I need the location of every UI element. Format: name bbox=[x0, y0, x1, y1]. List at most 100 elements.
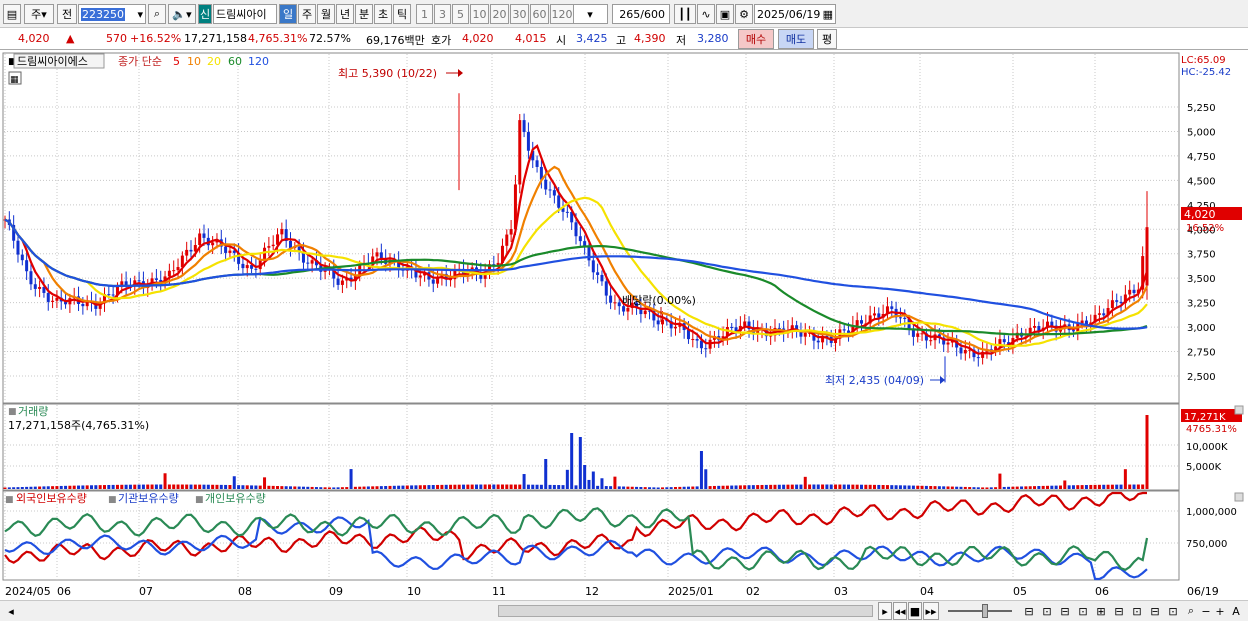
candle-body bbox=[33, 284, 37, 289]
high-label: 고 bbox=[616, 34, 627, 47]
candle-body bbox=[860, 320, 863, 324]
scroll-thumb[interactable] bbox=[498, 605, 873, 617]
interval-10[interactable]: 10 bbox=[470, 4, 489, 24]
tab-period-4[interactable]: 분 bbox=[355, 4, 373, 24]
sound-icon[interactable]: 🔈▾ bbox=[168, 4, 196, 24]
interval-60[interactable]: 60 bbox=[530, 4, 549, 24]
volume-bar bbox=[401, 485, 405, 489]
volume-close-icon[interactable] bbox=[1234, 405, 1244, 415]
volume-bar bbox=[241, 485, 245, 489]
candle-body bbox=[847, 330, 851, 333]
volume-bar bbox=[924, 485, 928, 489]
candle-icon[interactable]: ┃┃ bbox=[674, 4, 696, 24]
candle-body bbox=[340, 280, 344, 285]
stock-chart[interactable]: 5,2505,0004,7504,5004,2504,0003,7503,500… bbox=[0, 51, 1248, 621]
scroll-left-icon[interactable]: ◂ bbox=[4, 602, 18, 620]
interval-20[interactable]: 20 bbox=[490, 4, 509, 24]
candle-body bbox=[167, 270, 171, 277]
layout-icon-5[interactable]: ⊞ bbox=[1094, 602, 1108, 620]
tab-period-2[interactable]: 월 bbox=[317, 4, 335, 24]
volume-bar bbox=[808, 484, 812, 489]
layout-icon-6[interactable]: ⊟ bbox=[1112, 602, 1126, 620]
volume-bar bbox=[1050, 485, 1054, 489]
minus-icon[interactable]: − bbox=[1200, 602, 1212, 620]
volume-bar bbox=[141, 484, 145, 489]
volume-bar bbox=[1015, 486, 1019, 489]
volume-bar bbox=[314, 487, 318, 489]
zoom-handle[interactable] bbox=[982, 604, 988, 618]
holding-close-icon[interactable] bbox=[1234, 492, 1244, 502]
interval-30[interactable]: 30 bbox=[510, 4, 529, 24]
candle-body bbox=[254, 268, 258, 270]
candle-body bbox=[695, 339, 699, 341]
layout-icon-2[interactable]: ⊡ bbox=[1040, 602, 1054, 620]
interval-120[interactable]: 120 bbox=[550, 4, 574, 24]
legend-ma5: 5 bbox=[173, 55, 180, 68]
gear-icon[interactable]: ⚙ bbox=[735, 4, 753, 24]
zoom-track[interactable] bbox=[948, 610, 1012, 612]
interval-3[interactable]: 3 bbox=[434, 4, 451, 24]
candle-body bbox=[976, 357, 980, 359]
layout-icon-4[interactable]: ⊡ bbox=[1076, 602, 1090, 620]
volume-bar bbox=[55, 486, 59, 489]
plus-icon[interactable]: + bbox=[1214, 602, 1226, 620]
sell-button[interactable]: 매도 bbox=[778, 29, 814, 49]
volume-bar bbox=[613, 476, 617, 489]
candle-body bbox=[911, 329, 915, 337]
candle-body bbox=[587, 245, 591, 261]
save-icon[interactable]: ▣ bbox=[716, 4, 734, 24]
layout-icon-9[interactable]: ⊡ bbox=[1166, 602, 1180, 620]
tab-period-1[interactable]: 주 bbox=[298, 4, 316, 24]
volume-bar bbox=[1115, 484, 1119, 489]
scroll-right-icon[interactable]: ▸ bbox=[878, 602, 892, 620]
interval-1[interactable]: 1 bbox=[416, 4, 433, 24]
volume-bar bbox=[228, 485, 232, 489]
volume-bar bbox=[531, 484, 535, 489]
volume-bar bbox=[267, 485, 271, 489]
eval-button[interactable]: 평 bbox=[817, 29, 837, 49]
candle-body bbox=[890, 306, 894, 309]
volume-bar bbox=[738, 485, 742, 489]
volume-bar bbox=[163, 473, 167, 489]
count-field[interactable]: 265/600 bbox=[612, 4, 670, 24]
text-tool-icon[interactable]: A bbox=[1228, 602, 1244, 620]
candle-body bbox=[241, 263, 245, 269]
volume-bar bbox=[600, 478, 604, 489]
tab-period-6[interactable]: 틱 bbox=[393, 4, 411, 24]
interval-5[interactable]: 5 bbox=[452, 4, 469, 24]
legend-name: 드림씨아이에스 bbox=[17, 55, 88, 68]
date-field[interactable]: 2025/06/19 ▦ bbox=[754, 4, 836, 24]
volume-bar bbox=[1002, 486, 1006, 489]
forward-icon[interactable]: ▸▸ bbox=[923, 602, 939, 620]
stop-icon[interactable]: ■ bbox=[908, 602, 922, 620]
window-icon[interactable]: ▤ bbox=[3, 4, 21, 24]
candle-body bbox=[1128, 289, 1132, 295]
layout-icon-3[interactable]: ⊟ bbox=[1058, 602, 1072, 620]
tab-period-0[interactable]: 일 bbox=[279, 4, 297, 24]
buy-button[interactable]: 매수 bbox=[738, 29, 774, 49]
volume-bar bbox=[349, 469, 353, 489]
volume-bar bbox=[877, 484, 881, 489]
layout-icon-8[interactable]: ⊟ bbox=[1148, 602, 1162, 620]
date-label: 10 bbox=[407, 585, 421, 598]
zoom-in-icon[interactable]: ⌕ bbox=[1184, 602, 1198, 620]
code-input[interactable]: 223250 ▾ bbox=[78, 4, 146, 24]
chart-line-icon[interactable]: ∿ bbox=[697, 4, 715, 24]
volume-bar bbox=[72, 485, 76, 489]
volume-bar bbox=[16, 487, 20, 489]
search-icon[interactable]: ⌕ bbox=[148, 4, 166, 24]
tab-period-5[interactable]: 초 bbox=[374, 4, 392, 24]
rewind-icon[interactable]: ◂◂ bbox=[893, 602, 907, 620]
interval-input[interactable]: ▾ bbox=[572, 4, 608, 24]
volume-bar bbox=[535, 484, 539, 489]
prev-button[interactable]: 전 bbox=[57, 4, 77, 24]
volume-bar bbox=[522, 474, 526, 489]
volume-bar bbox=[462, 484, 466, 489]
volume-bar bbox=[1110, 484, 1114, 489]
layout-icon-1[interactable]: ⊟ bbox=[1022, 602, 1036, 620]
tab-period-3[interactable]: 년 bbox=[336, 4, 354, 24]
stock-name-field[interactable]: 드림씨아이 bbox=[213, 4, 277, 24]
layout-icon-7[interactable]: ⊡ bbox=[1130, 602, 1144, 620]
volume-bar bbox=[972, 487, 976, 489]
market-select[interactable]: 주 ▾ bbox=[24, 4, 54, 24]
